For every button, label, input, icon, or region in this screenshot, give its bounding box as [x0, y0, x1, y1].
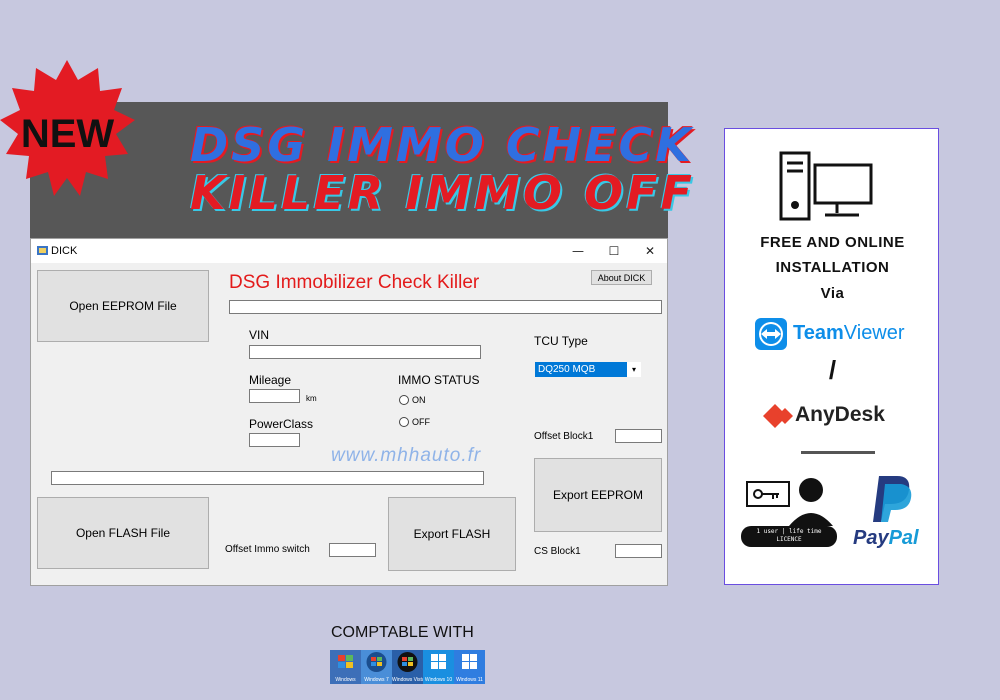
teamviewer-label: TeamViewer [793, 322, 905, 344]
banner-title-line2: KILLER IMMO OFF [190, 166, 695, 220]
export-eeprom-button[interactable]: Export EEPROM [534, 458, 662, 532]
licence-badge: 1 user | life time LICENCE [741, 526, 837, 547]
os-label-2: Windows 7 [364, 677, 389, 683]
licence-line2: LICENCE [776, 536, 802, 543]
immo-off-label: OFF [412, 417, 430, 427]
desktop-computer-icon [779, 151, 873, 221]
licence-line1: 1 user | life time [756, 528, 822, 535]
maximize-button[interactable]: ☐ [596, 241, 632, 261]
new-badge-label: NEW [20, 112, 115, 156]
offset-block1-field[interactable] [615, 429, 662, 443]
anydesk-label: AnyDesk [795, 403, 885, 426]
user-licence-icon [746, 478, 833, 526]
teamviewer-icon [755, 318, 787, 350]
windows-vista-icon: Windows Vista [392, 650, 423, 684]
watermark: www.mhhauto.fr [331, 445, 482, 466]
mileage-unit: km [306, 394, 317, 403]
mileage-field[interactable] [249, 389, 300, 403]
export-flash-button[interactable]: Export FLASH [388, 497, 516, 571]
os-label-1: Windows [335, 677, 356, 683]
new-badge: NEW [0, 56, 135, 206]
install-info-panel: FREE AND ONLINE INSTALLATION Via TeamVie… [724, 128, 939, 585]
app-title: DSG Immobilizer Check Killer [229, 272, 480, 293]
app-icon [37, 246, 48, 255]
cs-block1-field[interactable] [615, 544, 662, 558]
app-window: DICK — ☐ ✕ Open EEPROM File DSG Immobili… [30, 238, 668, 586]
window-title: DICK [51, 245, 78, 257]
flash-path-field[interactable] [51, 471, 484, 485]
panel-line2: INSTALLATION [775, 259, 890, 276]
offset-immo-field[interactable] [329, 543, 376, 557]
immo-on-radio[interactable] [399, 395, 409, 405]
anydesk-icon [763, 404, 793, 428]
banner-title-line1: DSG IMMO CHECK [190, 118, 694, 172]
os-logo-row: Windows Windows 7 Windows Vista Windows … [330, 650, 485, 684]
paypal-icon [873, 476, 912, 522]
about-button[interactable]: About DICK [591, 270, 652, 285]
immo-status-label: IMMO STATUS [398, 373, 480, 387]
chevron-down-icon[interactable]: ▾ [627, 362, 641, 377]
window-titlebar[interactable]: DICK — ☐ ✕ [31, 239, 667, 263]
mileage-label: Mileage [249, 373, 292, 387]
offset-block1-label: Offset Block1 [534, 431, 594, 442]
windows-11-icon: Windows 11 [454, 650, 485, 684]
os-label-4: Windows 10 [424, 677, 453, 683]
minimize-button[interactable]: — [560, 241, 596, 261]
tcu-type-value: DQ250 MQB [538, 364, 596, 375]
vin-label: VIN [249, 328, 270, 342]
windows-10-icon: Windows 10 [423, 650, 454, 684]
os-label-5: Windows 11 [456, 677, 483, 683]
panel-line1: FREE AND ONLINE [760, 234, 905, 251]
windows-xp-icon: Windows [330, 650, 361, 684]
immo-off-radio[interactable] [399, 417, 409, 427]
offset-immo-label: Offset Immo switch [225, 544, 310, 555]
open-flash-button[interactable]: Open FLASH File [37, 497, 209, 569]
immo-on-label: ON [412, 395, 426, 405]
os-label-3: Windows Vista [392, 677, 423, 683]
powerclass-field[interactable] [249, 433, 300, 447]
paypal-label: PayPal [853, 527, 919, 549]
windows-7-icon: Windows 7 [361, 650, 392, 684]
powerclass-label: PowerClass [249, 417, 314, 431]
panel-separator: / [828, 355, 837, 385]
tcu-type-select[interactable]: DQ250 MQB ▾ [535, 362, 641, 377]
eeprom-path-field[interactable] [229, 300, 662, 314]
compatibility-label: COMPTABLE WITH [331, 624, 474, 641]
vin-field[interactable] [249, 345, 481, 359]
panel-line3: Via [820, 285, 845, 302]
close-button[interactable]: ✕ [632, 241, 668, 261]
panel-divider [801, 451, 875, 454]
open-eeprom-button[interactable]: Open EEPROM File [37, 270, 209, 342]
cs-block1-label: CS Block1 [534, 546, 581, 557]
tcu-type-label: TCU Type [534, 334, 588, 348]
